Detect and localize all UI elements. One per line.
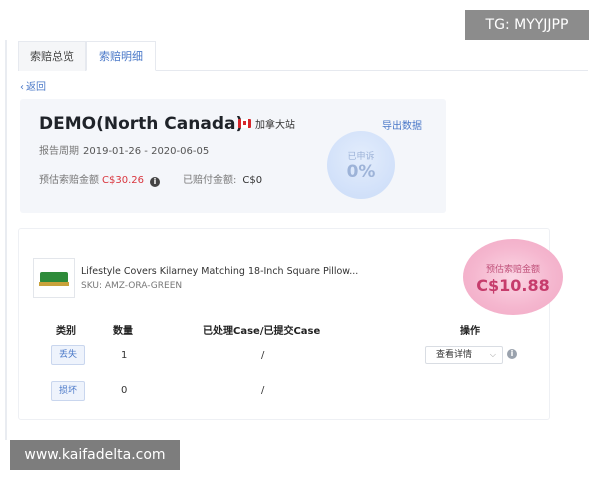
export-data-link[interactable]: 导出数据 — [382, 117, 422, 132]
appeal-rate-bubble: 已申诉 0% — [327, 131, 395, 199]
view-details-select[interactable]: 查看详情 ⌵ — [425, 346, 503, 364]
header-actions: 操作 — [460, 326, 480, 337]
telegram-overlay: TG: MYYJJPP — [465, 10, 589, 40]
info-icon[interactable]: i — [149, 177, 160, 187]
product-thumbnail — [33, 258, 75, 298]
region-label: 加拿大站 — [255, 120, 295, 131]
product-estimate-value: C$10.88 — [476, 276, 550, 295]
header-quantity: 数量 — [113, 326, 133, 337]
shop-summary-card: DEMO(North Canada) 加拿大站 导出数据 报告周期 2019-01… — [20, 99, 446, 213]
back-link[interactable]: ‹ 返回 — [20, 78, 46, 93]
paid-amount-label: 已赔付金额: — [183, 175, 237, 186]
product-sku: SKU: AMZ-ORA-GREEN — [81, 281, 183, 291]
category-tag-damaged: 损坏 — [51, 381, 85, 401]
case-ratio-damaged: / — [261, 385, 265, 396]
header-category: 类别 — [56, 326, 76, 337]
product-name[interactable]: Lifestyle Covers Kilarney Matching 18-In… — [81, 266, 358, 277]
quantity-damaged: 0 — [121, 385, 128, 396]
estimated-claim-value: C$30.26 — [102, 175, 144, 186]
left-divider — [5, 40, 7, 440]
view-details-label: 查看详情 — [436, 350, 473, 360]
canada-flag-icon — [238, 119, 251, 128]
tab-bar: 索赔总览 索赔明细 — [18, 41, 588, 71]
estimated-claim-label: 预估索赔金额 — [39, 175, 99, 186]
report-period-label: 报告周期 — [39, 146, 79, 157]
pillow-base — [39, 282, 69, 286]
header-case-ratio: 已处理Case/已提交Case — [203, 326, 321, 337]
quantity-lost: 1 — [121, 350, 128, 361]
chevron-left-icon: ‹ — [20, 82, 24, 93]
tab-claims-overview[interactable]: 索赔总览 — [18, 41, 86, 71]
estimated-claim: 预估索赔金额 C$30.26 i — [39, 171, 160, 187]
chevron-down-icon: ⌵ — [489, 350, 496, 359]
back-label: 返回 — [26, 82, 46, 93]
product-estimate-bubble: 预估索赔金额 C$10.88 — [463, 239, 563, 315]
product-estimate-caption: 预估索赔金额 — [485, 265, 540, 275]
tab-claims-detail[interactable]: 索赔明细 — [86, 41, 156, 71]
shop-title: DEMO(North Canada) — [39, 114, 244, 134]
category-tag-lost: 丢失 — [51, 345, 85, 365]
action-info-icon[interactable]: i — [507, 349, 517, 359]
appeal-rate-caption: 已申诉 — [347, 152, 375, 162]
report-period: 报告周期 2019-01-26 - 2020-06-05 — [39, 142, 209, 157]
case-ratio-lost: / — [261, 350, 265, 361]
watermark-overlay: www.kaifadelta.com — [10, 440, 180, 470]
product-claim-card: Lifestyle Covers Kilarney Matching 18-In… — [18, 228, 563, 420]
appeal-rate-value: 0% — [346, 162, 376, 182]
paid-amount: 已赔付金额: C$0 — [183, 171, 262, 186]
paid-amount-value: C$0 — [242, 175, 263, 186]
report-period-value: 2019-01-26 - 2020-06-05 — [83, 146, 210, 157]
claims-detail-page: 索赔总览 索赔明细 ‹ 返回 DEMO(North Canada) 加拿大站 导出… — [0, 0, 600, 480]
